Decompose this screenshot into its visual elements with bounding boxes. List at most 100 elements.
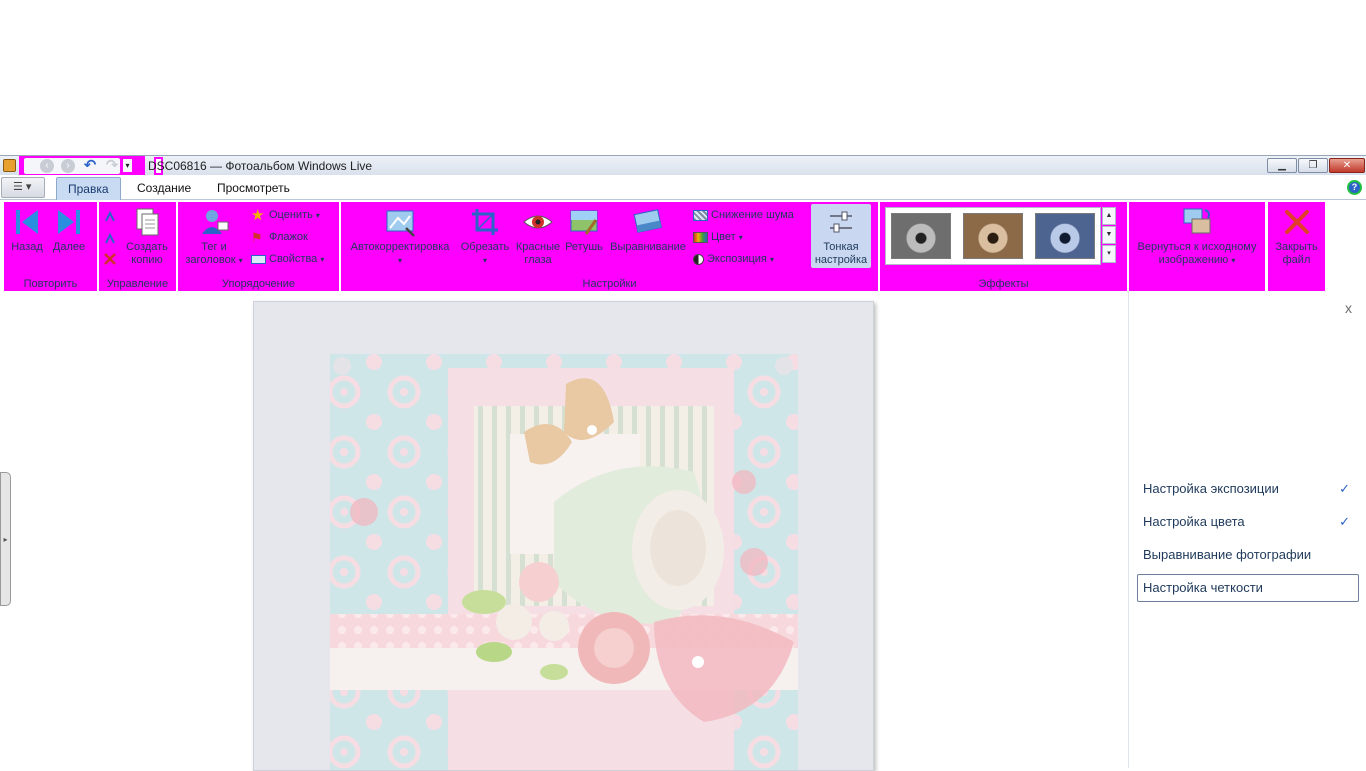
panel-item-straighten[interactable]: Выравнивание фотографии: [1137, 541, 1359, 569]
dropdown-arrow-icon: ▾: [315, 211, 320, 220]
red-eye-button[interactable]: Красные глаза: [514, 206, 562, 267]
group-organize: Тег и заголовок ▾ ★ Оценить ▾ ⚑ Флажок Сво…: [178, 202, 339, 291]
exposure-label: Экспозиция: [707, 253, 767, 265]
app-menu-button[interactable]: ☰ ▾: [1, 177, 45, 198]
close-file-label: Закрыть файл: [1275, 241, 1318, 266]
previous-icon: [16, 210, 38, 234]
create-copy-button[interactable]: Создать копию: [121, 206, 173, 267]
properties-icon: [251, 254, 266, 264]
gallery-expand-icon[interactable]: ▾: [1102, 245, 1116, 263]
effect-sepia-thumbnail[interactable]: [963, 213, 1023, 259]
autocorrect-button[interactable]: Автокорректировка ▾: [345, 206, 455, 267]
quick-access-toolbar: ‹ › ↶ ↷ ▾: [19, 156, 163, 176]
revert-image-icon: [1183, 208, 1211, 234]
close-window-button[interactable]: ✕: [1329, 158, 1365, 173]
retouch-icon: [570, 210, 598, 235]
retouch-label: Ретушь: [565, 241, 603, 253]
dropdown-arrow-icon: ▾: [397, 256, 402, 265]
noise-reduction-label: Снижение шума: [711, 209, 794, 221]
back-label: Назад: [11, 241, 43, 253]
group-repeat-label: Повторить: [23, 278, 78, 290]
auto-adjust-icon: [386, 210, 415, 237]
filmstrip-toggle-handle[interactable]: ▸: [0, 472, 11, 606]
panel-item-label: Настройка четкости: [1143, 580, 1263, 595]
copy-document-icon: [136, 208, 159, 236]
fine-tune-label: Тонкая настройка: [814, 241, 868, 266]
red-eye-icon: [523, 215, 553, 229]
app-icon[interactable]: [3, 159, 16, 172]
fine-tune-button[interactable]: Тонкая настройка: [811, 204, 871, 268]
scrapbook-card-photo: [254, 302, 873, 770]
exposure-icon: [693, 253, 704, 265]
effect-cyan-thumbnail[interactable]: [1035, 213, 1095, 259]
retouch-button[interactable]: Ретушь: [563, 206, 605, 254]
dropdown-arrow-icon: ▾: [238, 256, 243, 265]
quick-access-toolbar-buttons: ‹ › ↶ ↷: [24, 158, 120, 174]
crop-button[interactable]: Обрезать ▾: [458, 206, 512, 267]
crop-icon: [472, 209, 498, 235]
panel-item-exposure[interactable]: Настройка экспозиции ✓: [1137, 475, 1359, 503]
color-icon: [693, 231, 708, 243]
properties-button[interactable]: Свойства ▾: [251, 250, 324, 268]
photo-gallery-window: ‹ › ↶ ↷ ▾ DSC06816 — Фотоальбом Windows …: [0, 155, 1366, 771]
color-label: Цвет: [711, 231, 736, 243]
rate-button[interactable]: ★ Оценить ▾: [251, 206, 320, 224]
title-bar: ‹ › ↶ ↷ ▾ DSC06816 — Фотоальбом Windows …: [0, 155, 1366, 176]
gallery-scroll-down-icon[interactable]: ▼: [1102, 226, 1116, 244]
group-close-file: Закрыть файл: [1268, 202, 1325, 291]
dropdown-arrow-icon: ▾: [738, 233, 743, 242]
photo-canvas[interactable]: [253, 301, 874, 771]
checkmark-icon: ✓: [1339, 481, 1350, 496]
delete-icon[interactable]: [103, 252, 117, 266]
effect-black-white-thumbnail[interactable]: [891, 213, 951, 259]
back-button[interactable]: Назад: [6, 206, 48, 254]
dropdown-arrow-icon: ▾: [482, 256, 487, 265]
help-icon[interactable]: ?: [1347, 180, 1362, 195]
rate-label: Оценить: [269, 209, 313, 221]
redo-icon[interactable]: ↷: [105, 158, 119, 173]
tag-and-title-button[interactable]: Тег и заголовок ▾: [181, 206, 247, 267]
tab-create[interactable]: Создание: [126, 177, 202, 200]
star-icon: ★: [251, 206, 265, 224]
flag-button[interactable]: ⚑ Флажок: [251, 228, 308, 246]
rotate-left-icon[interactable]: [103, 210, 117, 224]
red-eye-label: Красные глаза: [515, 241, 561, 266]
revert-label: Вернуться к исходному изображению: [1137, 241, 1257, 266]
exposure-button[interactable]: Экспозиция ▾: [693, 250, 774, 268]
noise-icon: [693, 209, 708, 221]
panel-item-sharpness[interactable]: Настройка четкости: [1137, 574, 1359, 602]
gallery-scroll-up-icon[interactable]: ▲: [1102, 207, 1116, 225]
ribbon-tab-strip: ☰ ▾ Правка Создание Просмотреть ?: [0, 175, 1366, 200]
panel-close-button[interactable]: x: [1345, 300, 1352, 316]
minimize-button[interactable]: ▁: [1267, 158, 1297, 173]
flag-label: Флажок: [269, 231, 308, 243]
forward-arrow-icon[interactable]: ›: [61, 159, 75, 173]
tab-view[interactable]: Просмотреть: [206, 177, 301, 200]
group-organize-label: Упорядочение: [222, 278, 295, 290]
panel-item-color[interactable]: Настройка цвета ✓: [1137, 508, 1359, 536]
panel-item-label: Настройка экспозиции: [1143, 481, 1279, 496]
next-button[interactable]: Далее: [49, 206, 89, 254]
rotate-right-icon[interactable]: [103, 232, 117, 246]
group-repeat: Назад Далее Повторить: [4, 202, 97, 291]
straighten-icon: [633, 209, 662, 233]
undo-icon[interactable]: ↶: [83, 158, 97, 173]
properties-label: Свойства: [269, 253, 318, 265]
noise-reduction-button[interactable]: Снижение шума: [693, 206, 794, 224]
group-revert: Вернуться к исходному изображению ▾: [1129, 202, 1265, 291]
straighten-button[interactable]: Выравнивание: [606, 206, 690, 254]
autocorrect-label: Автокорректировка: [350, 241, 450, 253]
window-title: DSC06816 — Фотоальбом Windows Live: [148, 159, 373, 173]
customize-toolbar-dropdown-icon[interactable]: ▾: [123, 159, 132, 172]
maximize-button[interactable]: ❐: [1298, 158, 1328, 173]
color-button[interactable]: Цвет ▾: [693, 228, 743, 246]
panel-item-label: Настройка цвета: [1143, 514, 1245, 529]
dropdown-arrow-icon: ▾: [1231, 256, 1236, 265]
group-manage: Создать копию Управление: [99, 202, 176, 291]
back-arrow-icon[interactable]: ‹: [40, 159, 54, 173]
tab-edit[interactable]: Правка: [56, 177, 121, 200]
group-effects-label: Эффекты: [978, 278, 1029, 290]
close-file-button[interactable]: Закрыть файл: [1270, 206, 1323, 267]
revert-to-original-button[interactable]: Вернуться к исходному изображению ▾: [1131, 206, 1263, 267]
checkmark-icon: ✓: [1339, 514, 1350, 529]
